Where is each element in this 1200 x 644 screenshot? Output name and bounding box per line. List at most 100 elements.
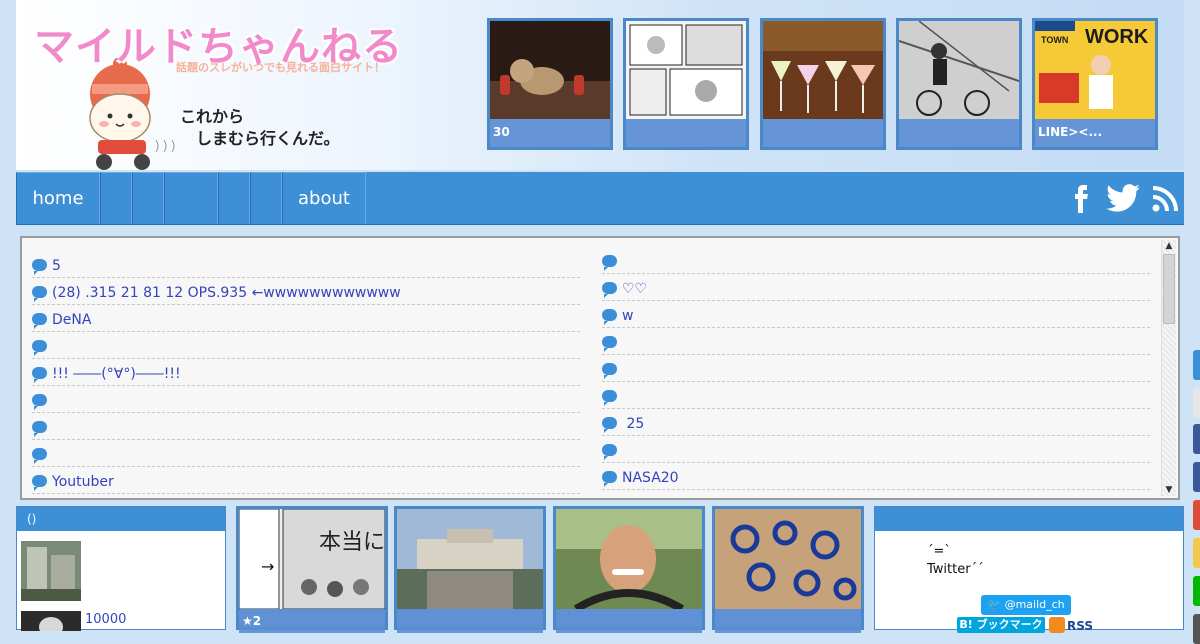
thumb-image-manga <box>626 21 746 119</box>
rss-link-label[interactable]: RSS <box>1067 619 1093 633</box>
header-thumb-1[interactable]: 30 <box>487 18 613 150</box>
share-tab-1[interactable] <box>1193 350 1200 380</box>
rss-item[interactable]: w <box>602 302 1150 328</box>
svg-text:本当に: 本当に <box>319 530 385 555</box>
header-thumb-2[interactable] <box>623 18 749 150</box>
thumb-image-parade <box>397 509 543 609</box>
thumb-caption <box>715 609 861 633</box>
comment-bubble-icon <box>32 367 47 383</box>
ranking-thumb-building[interactable] <box>21 541 81 601</box>
bottom-thumb-4[interactable] <box>712 506 864 633</box>
comment-bubble-icon <box>602 255 617 271</box>
rss-item[interactable]: !!! ――(°∀°)――!!! <box>32 360 580 386</box>
share-tab-facebook-icon[interactable] <box>1193 424 1200 454</box>
share-tab-2[interactable] <box>1193 388 1200 418</box>
rss-icon[interactable] <box>1152 186 1180 212</box>
rss-item-title[interactable]: NASA20 <box>622 470 679 486</box>
follow-panel-header <box>875 507 1183 531</box>
nav-item-blank-5[interactable] <box>250 172 282 224</box>
scroll-down-arrow-icon[interactable]: ▼ <box>1162 484 1176 496</box>
rss-item[interactable] <box>602 437 1150 463</box>
svg-text:WORK: WORK <box>1085 26 1149 48</box>
rss-item[interactable] <box>602 356 1150 382</box>
rss-item-title[interactable]: !!! ――(°∀°)――!!! <box>52 366 181 382</box>
rss-item-title[interactable]: 5 <box>52 258 61 274</box>
rss-item-title[interactable]: DeNA <box>52 312 91 328</box>
rss-item[interactable] <box>602 248 1150 274</box>
rss-item[interactable]: (28) .315 21 81 12 OPS.935 ←wwwwwwwwwwww <box>32 279 580 305</box>
share-tab-4[interactable] <box>1193 538 1200 568</box>
comment-bubble-icon <box>32 313 47 329</box>
comment-bubble-icon <box>32 394 47 410</box>
thumb-caption: LINE><... <box>1035 119 1155 147</box>
thumb-caption <box>626 119 746 147</box>
ranking-panel: () 10000 <box>16 506 226 631</box>
rss-item[interactable] <box>32 495 580 496</box>
rss-feed-list: 5 (28) .315 21 81 12 OPS.935 ←wwwwwwwwww… <box>24 240 1160 496</box>
rss-item[interactable] <box>32 441 580 467</box>
share-tab-line-icon[interactable] <box>1193 576 1200 606</box>
nav-about[interactable]: about <box>282 172 366 224</box>
header-thumb-4[interactable] <box>896 18 1022 150</box>
scroll-up-arrow-icon[interactable]: ▲ <box>1162 240 1176 252</box>
comment-bubble-icon <box>32 259 47 275</box>
rss-item-title[interactable]: 25 <box>622 416 644 432</box>
thumb-caption <box>556 609 702 633</box>
rss-item[interactable]: DeNA <box>32 306 580 332</box>
share-tab-3[interactable] <box>1193 462 1200 492</box>
share-tab-5[interactable] <box>1193 614 1200 644</box>
rss-item[interactable] <box>32 387 580 413</box>
rss-item[interactable]: ♡♡ <box>602 275 1150 301</box>
header-thumb-5[interactable]: WORK TOWN LINE><... <box>1032 18 1158 150</box>
ranking-item-text[interactable]: 10000 <box>85 612 126 627</box>
thumb-caption: ★2 <box>239 609 385 633</box>
rss-item-title[interactable]: ♡♡ <box>622 281 647 297</box>
bottom-thumb-1[interactable]: 本当に → ★2 <box>236 506 388 633</box>
nav-item-blank-2[interactable] <box>132 172 164 224</box>
rss-item[interactable]: 5 <box>32 252 580 278</box>
follow-panel: ´=` Twitter´´ 🐦 @maild_ch B! ブックマーク RSS <box>874 506 1184 633</box>
twitter-follow-button[interactable]: 🐦 @maild_ch <box>981 595 1071 615</box>
facebook-icon[interactable] <box>1074 184 1088 214</box>
comment-bubble-icon <box>32 340 47 356</box>
hatena-bookmark-button[interactable]: B! ブックマーク <box>957 617 1045 633</box>
page: マイルドちゃんねる 話題のスレがいつでも見れる面白サイト！ これから しまむら行… <box>16 0 1184 633</box>
site-header: マイルドちゃんねる 話題のスレがいつでも見れる面白サイト！ これから しまむら行… <box>16 0 1184 170</box>
follow-text: ´=` Twitter´´ <box>927 544 984 577</box>
comment-bubble-icon <box>602 336 617 352</box>
rss-item-title[interactable]: w <box>622 308 633 324</box>
nav-item-blank-4[interactable] <box>218 172 250 224</box>
comment-bubble-icon <box>602 417 617 433</box>
thumb-image-cocktails <box>763 21 883 119</box>
svg-text:TOWN: TOWN <box>1041 35 1068 45</box>
rss-item[interactable]: 25 <box>602 410 1150 436</box>
rss-item[interactable] <box>32 333 580 359</box>
rss-item[interactable]: NASA20 <box>602 464 1150 490</box>
twitter-icon[interactable] <box>1106 184 1140 212</box>
nav-item-blank-3[interactable] <box>164 172 218 224</box>
rss-item[interactable] <box>602 491 1150 496</box>
rss-item-title[interactable]: (28) .315 21 81 12 OPS.935 ←wwwwwwwwwwww <box>52 285 401 301</box>
comment-bubble-icon <box>32 475 47 491</box>
nav-item-blank-1[interactable] <box>100 172 132 224</box>
nav-home[interactable]: home <box>16 172 100 224</box>
share-tab-google-icon[interactable] <box>1193 500 1200 530</box>
rss-item-title[interactable]: Youtuber <box>52 474 114 490</box>
rss-item[interactable] <box>32 414 580 440</box>
rss-item[interactable]: Youtuber <box>32 468 580 494</box>
bottom-thumb-3[interactable] <box>553 506 705 633</box>
site-tagline: 話題のスレがいつでも見れる面白サイト！ <box>176 61 385 74</box>
ranking-thumb-portrait[interactable] <box>21 611 81 631</box>
comment-bubble-icon <box>602 282 617 298</box>
twitter-bird-icon: 🐦 <box>987 598 1002 611</box>
rss-badge-icon[interactable] <box>1049 617 1065 633</box>
rss-column-right: ♡♡ w 25 NASA20 <box>602 248 1150 496</box>
thumb-caption <box>397 609 543 633</box>
rss-item[interactable] <box>602 383 1150 409</box>
scroll-thumb[interactable] <box>1163 254 1175 324</box>
bottom-thumb-2[interactable] <box>394 506 546 633</box>
header-thumb-3[interactable] <box>760 18 886 150</box>
rss-scrollbar[interactable]: ▲ ▼ <box>1161 240 1176 496</box>
catchphrase: これから しまむら行くんだ。 <box>180 107 340 148</box>
rss-item[interactable] <box>602 329 1150 355</box>
